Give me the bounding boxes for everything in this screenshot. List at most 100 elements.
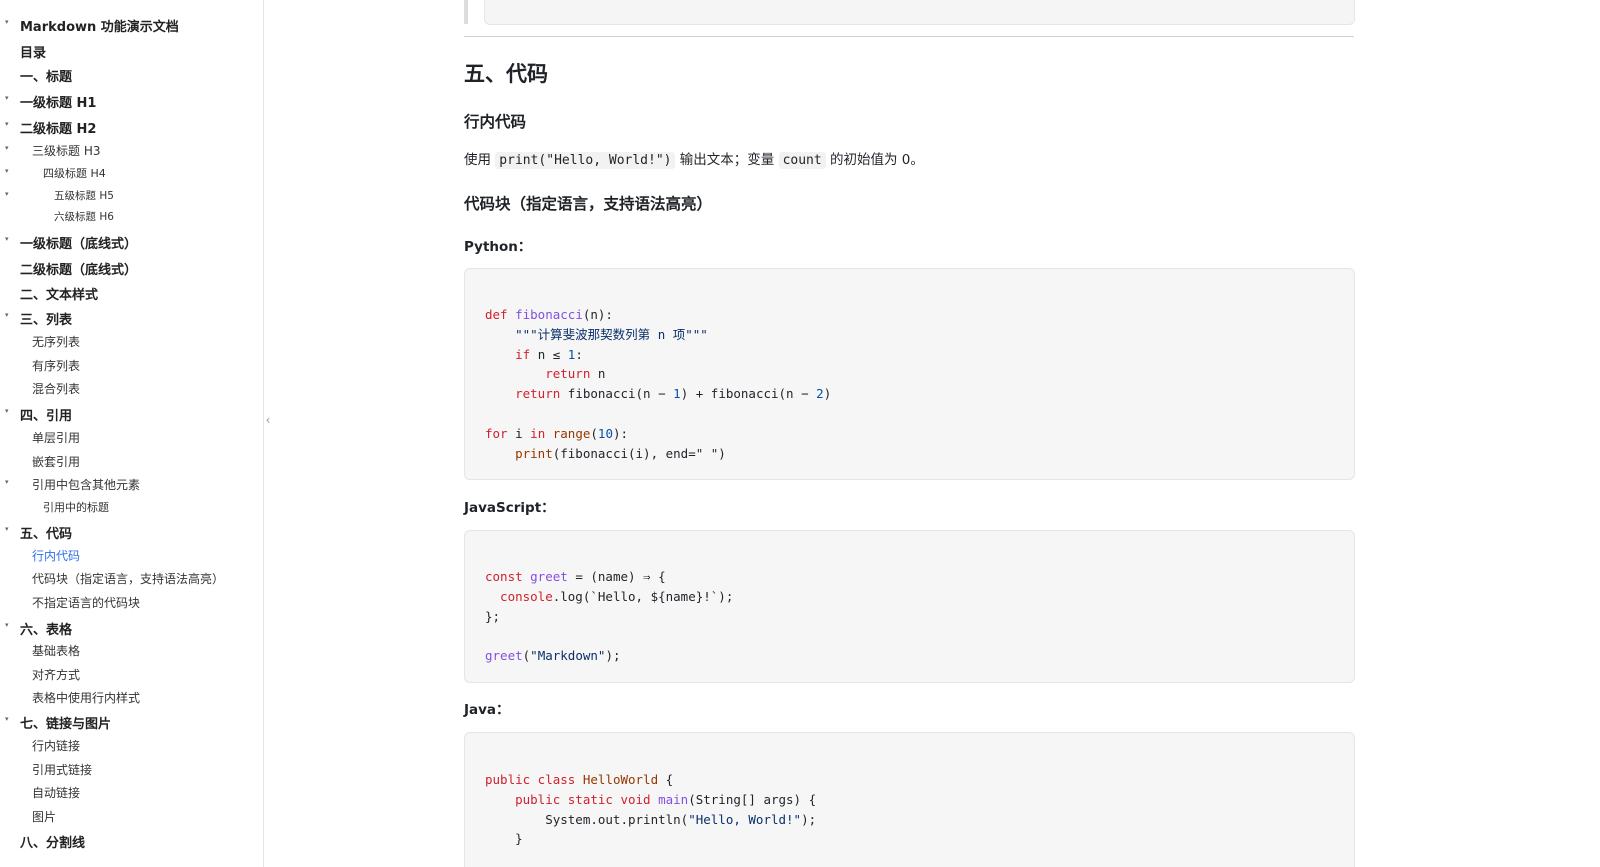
toc-item[interactable]: 自动链接 bbox=[0, 783, 262, 801]
toc-item[interactable]: 表格中使用行内样式 bbox=[0, 688, 262, 706]
toc-item[interactable]: ▾ 四、引用 bbox=[0, 404, 262, 424]
toc-item[interactable]: 代码块（指定语言，支持语法高亮） bbox=[0, 569, 262, 587]
toc-item-label: 不指定语言的代码块 bbox=[32, 596, 141, 610]
previous-code-block bbox=[484, 0, 1355, 25]
code-token: : bbox=[575, 346, 583, 362]
expand-caret-icon[interactable]: ▾ bbox=[5, 120, 9, 128]
toc-item[interactable]: ▾ 四级标题 H4 bbox=[0, 164, 262, 182]
toc-item-label: 表格中使用行内样式 bbox=[32, 691, 141, 705]
toc-item-label: 八、分割线 bbox=[20, 836, 86, 851]
expand-caret-icon[interactable]: ▾ bbox=[5, 18, 9, 26]
toc-item[interactable]: 无序列表 bbox=[0, 332, 262, 350]
code-token: "Hello, World!" bbox=[688, 811, 802, 827]
expand-caret-icon[interactable]: ▾ bbox=[5, 478, 9, 486]
toc-item[interactable]: 目录 bbox=[0, 41, 262, 61]
expand-caret-icon[interactable]: ▾ bbox=[5, 144, 9, 152]
code-token: ); bbox=[801, 811, 817, 827]
toc-item[interactable]: 引用中的标题 bbox=[0, 498, 262, 516]
expand-caret-icon[interactable]: ▾ bbox=[5, 525, 9, 533]
toc-item[interactable]: 六级标题 H6 bbox=[0, 208, 262, 226]
toc-item[interactable]: 嵌套引用 bbox=[0, 452, 262, 470]
code-token: public class bbox=[485, 772, 583, 787]
toc-item-label: 三级标题 H3 bbox=[32, 144, 101, 158]
javascript-label: JavaScript： bbox=[464, 500, 555, 516]
code-token: console bbox=[485, 588, 553, 604]
toc-item-label: 五、代码 bbox=[20, 527, 73, 542]
python-code-block[interactable]: def fibonacci(n): """计算斐波那契数列第 n 项""" if… bbox=[464, 268, 1355, 480]
code-token: if bbox=[485, 346, 538, 362]
code-token: main bbox=[658, 791, 689, 807]
code-token: range bbox=[552, 425, 591, 441]
toc-item-label: 混合列表 bbox=[32, 382, 81, 396]
toc-item[interactable]: ▾ Markdown 功能演示文档 bbox=[0, 15, 262, 35]
para-text-1: 使用 bbox=[464, 152, 496, 168]
toc-item-label: 四级标题 H4 bbox=[43, 167, 106, 180]
horizontal-rule bbox=[464, 36, 1354, 37]
code-token: public static void bbox=[485, 791, 659, 807]
toc-item[interactable]: ▾ 引用中包含其他元素 bbox=[0, 475, 262, 493]
expand-caret-icon[interactable]: ▾ bbox=[5, 715, 9, 723]
code-token: }; bbox=[485, 608, 501, 624]
expand-caret-icon[interactable]: ▾ bbox=[5, 167, 9, 175]
java-code-block[interactable]: public class HelloWorld { public static … bbox=[464, 732, 1355, 867]
toc-item[interactable]: 混合列表 bbox=[0, 379, 262, 397]
javascript-code: const greet = (name) ⇒ { console.log(`He… bbox=[485, 567, 733, 666]
toc-item-label: 引用中包含其他元素 bbox=[32, 478, 141, 492]
heading-code-blocks: 代码块（指定语言，支持语法高亮） bbox=[464, 195, 713, 213]
code-token: return bbox=[485, 366, 598, 382]
javascript-code-block[interactable]: const greet = (name) ⇒ { console.log(`He… bbox=[464, 530, 1355, 683]
toc-item[interactable]: 不指定语言的代码块 bbox=[0, 593, 262, 611]
toc-item-label: 对齐方式 bbox=[32, 668, 81, 682]
toc-item-label: 基础表格 bbox=[32, 644, 81, 658]
expand-caret-icon[interactable]: ▾ bbox=[5, 407, 9, 415]
toc-item[interactable]: ▾ 一级标题 H1 bbox=[0, 91, 262, 111]
code-token: for bbox=[485, 425, 516, 441]
expand-caret-icon[interactable]: ▾ bbox=[5, 621, 9, 629]
toc-item[interactable]: 二级标题（底线式） bbox=[0, 258, 262, 278]
expand-caret-icon[interactable]: ▾ bbox=[5, 94, 9, 102]
toc-item[interactable]: 行内链接 bbox=[0, 736, 262, 754]
toc-item[interactable]: ▾ 五、代码 bbox=[0, 522, 262, 542]
code-token: ): bbox=[612, 425, 629, 441]
toc-item[interactable]: ▾ 七、链接与图片 bbox=[0, 712, 262, 732]
code-token: ); bbox=[605, 648, 621, 664]
toc-item[interactable]: ▾ 五级标题 H5 bbox=[0, 187, 262, 205]
toc-item[interactable]: ▾ 一级标题（底线式） bbox=[0, 232, 262, 252]
toc-item-label: 四、引用 bbox=[20, 409, 73, 424]
toc-item[interactable]: ▾ 六、表格 bbox=[0, 618, 262, 638]
toc-item[interactable]: ▾ 三级标题 H3 bbox=[0, 141, 262, 159]
toc-item[interactable]: 单层引用 bbox=[0, 428, 262, 446]
toc-item[interactable]: 基础表格 bbox=[0, 641, 262, 659]
python-label: Python： bbox=[464, 239, 532, 255]
code-token: "Markdown" bbox=[530, 648, 606, 664]
code-token: in bbox=[530, 425, 553, 441]
toc-item-label: 七、链接与图片 bbox=[20, 717, 112, 732]
inline-code-paragraph: 使用 print("Hello, World!") 输出文本；变量 count … bbox=[464, 150, 924, 171]
toc-item-label: 引用式链接 bbox=[32, 763, 93, 777]
para-text-3: 的初始值为 0。 bbox=[825, 152, 924, 168]
toc-item[interactable]: 引用式链接 bbox=[0, 760, 262, 778]
inline-code-count: count bbox=[778, 152, 826, 169]
code-token: (String[] args) { bbox=[688, 791, 817, 807]
toc-item[interactable]: 图片 bbox=[0, 807, 262, 825]
java-code: public class HelloWorld { public static … bbox=[485, 770, 816, 849]
toc-item-label: 三、列表 bbox=[20, 313, 73, 328]
toc-sidebar: ▾ Markdown 功能演示文档 目录 一、标题 ▾ 一级标题 H1 ▾ 二级标题 H2 ▾ 三… bbox=[0, 0, 264, 867]
expand-caret-icon[interactable]: ▾ bbox=[5, 311, 9, 319]
toc-item[interactable]: ▾ 二级标题 H2 bbox=[0, 117, 262, 137]
expand-caret-icon[interactable]: ▾ bbox=[5, 190, 9, 198]
toc-item[interactable]: 有序列表 bbox=[0, 356, 262, 374]
code-token: const bbox=[485, 569, 531, 584]
toc-item[interactable]: 对齐方式 bbox=[0, 665, 262, 683]
toc-item-label: 嵌套引用 bbox=[32, 455, 81, 469]
expand-caret-icon[interactable]: ▾ bbox=[5, 235, 9, 243]
toc-item[interactable]: 八、分割线 bbox=[0, 831, 262, 851]
toc-item-label: 六级标题 H6 bbox=[54, 211, 114, 223]
code-token: = (name) ⇒ { bbox=[567, 569, 666, 584]
toc-item[interactable]: 一、标题 bbox=[0, 65, 262, 85]
toc-item[interactable]: 二、文本样式 bbox=[0, 283, 262, 303]
code-token: greet bbox=[530, 569, 568, 584]
toc-item[interactable]: ▾ 三、列表 bbox=[0, 308, 262, 328]
toc-item-label: 一级标题 H1 bbox=[20, 96, 97, 111]
toc-item[interactable]: 行内代码 bbox=[0, 546, 262, 564]
